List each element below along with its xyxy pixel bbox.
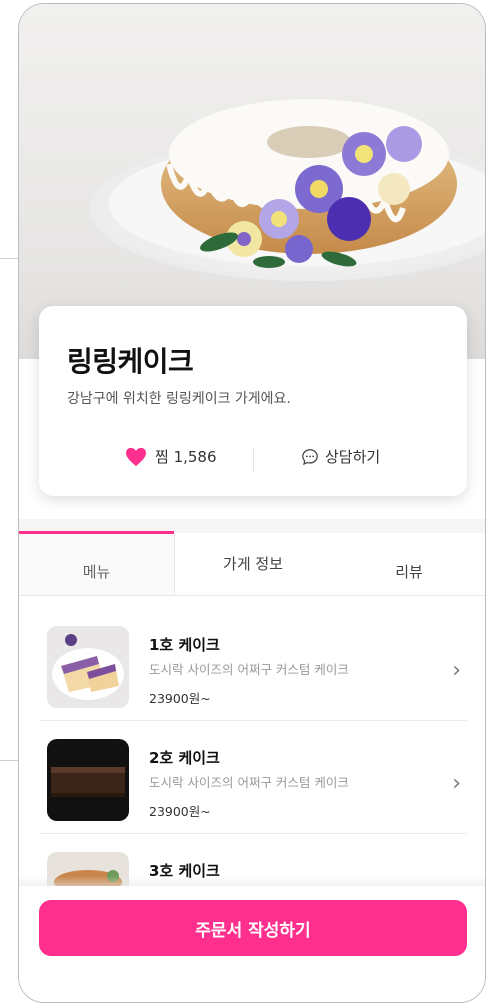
chevron-right-icon[interactable]: › xyxy=(452,771,461,796)
chat-bubble-icon xyxy=(302,448,318,465)
like-count: 찜 1,586 xyxy=(155,448,217,466)
tab-bar: 메뉴 가게 정보 리뷰 xyxy=(19,531,485,596)
chevron-right-icon[interactable]: › xyxy=(452,658,461,683)
bottom-bar: 주문서 작성하기 xyxy=(19,886,485,1002)
menu-item-description: 도시락 사이즈의 어쩌구 커스텀 케이크 xyxy=(149,775,349,790)
store-name: 링링케이크 xyxy=(67,345,194,378)
store-info-card: 링링케이크 강남구에 위치한 링링케이크 가게에요. 찜 1,586 상담하기 xyxy=(39,306,467,496)
menu-item-thumbnail xyxy=(47,739,129,821)
like-button[interactable]: 찜 1,586 xyxy=(125,446,217,467)
menu-item-title: 1호 케이크 xyxy=(149,636,220,654)
tab-store-info[interactable]: 가게 정보 xyxy=(175,533,331,595)
tab-menu[interactable]: 메뉴 xyxy=(19,531,175,595)
phone-frame: 링링케이크 강남구에 위치한 링링케이크 가게에요. 찜 1,586 상담하기 … xyxy=(18,3,486,1003)
menu-item[interactable]: 2호 케이크 도시락 사이즈의 어쩌구 커스텀 케이크 23900원~ › xyxy=(39,721,467,834)
menu-item-price: 23900원~ xyxy=(149,804,211,819)
menu-item-description: 도시락 사이즈의 어쩌구 커스텀 케이크 xyxy=(149,662,349,677)
menu-item-title: 2호 케이크 xyxy=(149,749,220,767)
menu-item-thumbnail xyxy=(47,626,129,708)
action-divider xyxy=(253,448,254,472)
menu-item-price: 23900원~ xyxy=(149,691,211,706)
consult-button[interactable]: 상담하기 xyxy=(301,446,380,467)
consult-label: 상담하기 xyxy=(325,448,381,466)
tab-review[interactable]: 리뷰 xyxy=(331,533,485,595)
store-actions: 찜 1,586 상담하기 xyxy=(39,446,467,476)
order-form-button[interactable]: 주문서 작성하기 xyxy=(39,900,467,956)
store-description: 강남구에 위치한 링링케이크 가게에요. xyxy=(67,391,291,407)
menu-item[interactable]: 1호 케이크 도시락 사이즈의 어쩌구 커스텀 케이크 23900원~ › xyxy=(39,608,467,721)
heart-icon xyxy=(126,447,146,466)
